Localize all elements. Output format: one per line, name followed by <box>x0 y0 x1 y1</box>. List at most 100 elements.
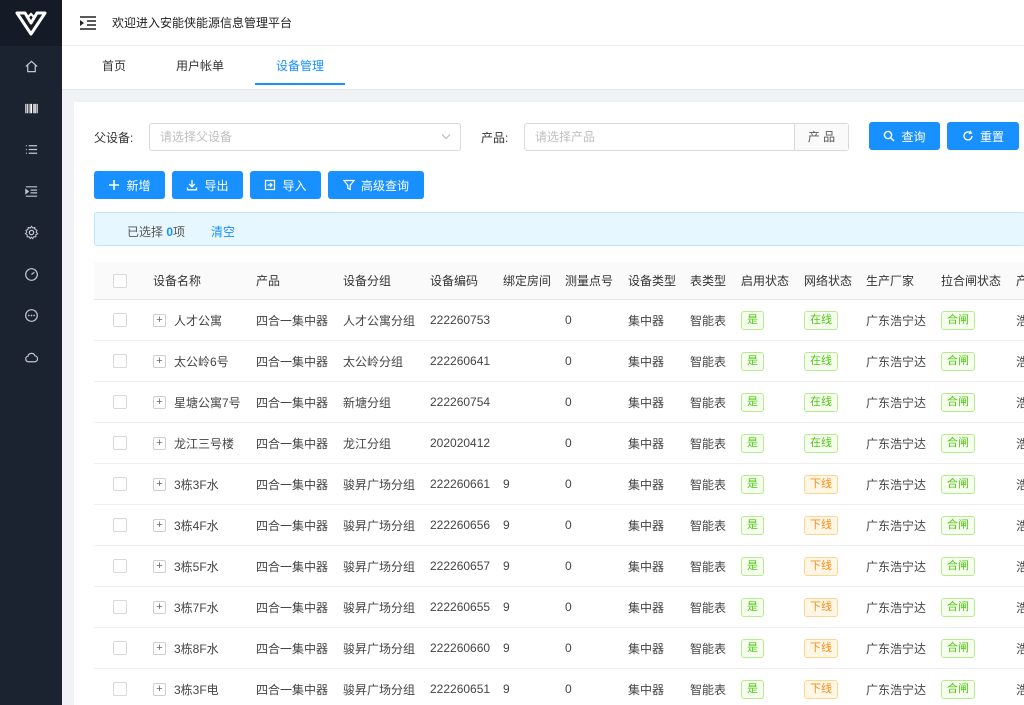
expand-row-icon[interactable]: + <box>153 313 166 327</box>
table-row[interactable]: + 人才公寓 四合一集中器 人才公寓分组 222260753 0 集中器 智能表是 在线 广东浩宁… <box>94 300 1024 341</box>
cell-col-extra: 浩 <box>1016 669 1024 705</box>
row-checkbox[interactable] <box>113 682 127 696</box>
cell-col-network: 在线 <box>804 300 838 340</box>
product-select[interactable]: 请选择产品 产 品 <box>524 123 849 151</box>
home-icon <box>24 60 38 73</box>
parent-device-select[interactable]: 请选择父设备 <box>149 123 461 151</box>
tab-home[interactable]: 首页 <box>86 46 142 85</box>
row-checkbox-cell <box>113 464 127 504</box>
sidebar-item-dashboard[interactable] <box>0 254 62 296</box>
search-button[interactable]: 查询 <box>869 122 940 150</box>
row-checkbox[interactable] <box>113 395 127 409</box>
cell-col-group: 骏昇广场分组 <box>343 546 415 586</box>
col-maker-value: 广东浩宁达 <box>866 641 927 656</box>
cell-col-extra: 浩 <box>1016 341 1024 381</box>
indent-icon <box>24 185 37 197</box>
cell-col-meter-type: 智能表 <box>690 587 726 627</box>
sidebar-item-home[interactable] <box>0 46 62 88</box>
cell-col-enabled: 是 <box>741 628 764 668</box>
sidebar-item-settings[interactable] <box>0 212 62 254</box>
select-all-checkbox[interactable] <box>113 273 127 288</box>
table-row[interactable]: +3栋3F水 四合一集中器 骏昇广场分组 222260661 9 0 集中器 智能表是 下线 广东… <box>94 464 1024 505</box>
cell-col-network: 下线 <box>804 628 838 668</box>
expand-row-icon[interactable]: + <box>153 682 166 696</box>
row-checkbox[interactable] <box>113 600 127 614</box>
reset-button[interactable]: 重置 <box>947 122 1019 150</box>
cell-col-device-type: 集中器 <box>628 300 664 340</box>
cell-col-extra: 浩 <box>1016 382 1024 422</box>
cell-col-meter-type: 智能表 <box>690 382 726 422</box>
expand-row-icon[interactable]: + <box>153 395 166 409</box>
row-checkbox[interactable] <box>113 354 127 368</box>
col-point-value: 0 <box>565 477 572 491</box>
expand-row-icon[interactable]: + <box>153 354 166 368</box>
tab-device-management[interactable]: 设备管理 <box>255 46 345 85</box>
logo-icon[interactable] <box>0 0 62 46</box>
main-content: 父设备: 请选择父设备 产品: 请选择产品 产 品 查询 重置 新增 导出 导入… <box>74 102 1024 705</box>
export-button[interactable]: 导出 <box>172 171 243 199</box>
table-row[interactable]: +3栋3F电 四合一集中器 骏昇广场分组 222260651 9 0 集中器 智能表是 下线 广东… <box>94 669 1024 705</box>
cell-col-maker: 广东浩宁达 <box>866 300 926 340</box>
sidebar-item-list[interactable] <box>0 129 62 171</box>
expand-row-icon[interactable]: + <box>153 477 166 491</box>
cell-col-enabled: 是 <box>741 669 764 705</box>
switch-tag: 合闸 <box>941 433 975 453</box>
tab-user-bills[interactable]: 用户帐单 <box>160 46 240 85</box>
row-checkbox[interactable] <box>113 313 127 327</box>
table-row[interactable]: +3栋4F水 四合一集中器 骏昇广场分组 222260656 9 0 集中器 智能表是 下线 广东… <box>94 505 1024 546</box>
cell-col-point: 0 <box>565 382 572 422</box>
add-button[interactable]: 新增 <box>94 171 165 199</box>
cell-col-point: 0 <box>565 587 572 627</box>
chat-icon <box>24 309 38 323</box>
table-row[interactable]: + 龙江三号楼 四合一集中器 龙江分组 202020412 0 集中器 智能表是 在线 广东浩宁达… <box>94 423 1024 464</box>
device-name: 龙江三号楼 <box>174 436 235 451</box>
row-checkbox[interactable] <box>113 518 127 532</box>
cell-col-group: 新塘分组 <box>343 382 391 422</box>
column-header-col-network: 网络状态 <box>804 262 852 299</box>
table-row[interactable]: +3栋7F水 四合一集中器 骏昇广场分组 222260655 9 0 集中器 智能表是 下线 广东… <box>94 587 1024 628</box>
column-header-label: 绑定房间 <box>503 274 552 288</box>
row-checkbox[interactable] <box>113 477 127 491</box>
row-checkbox[interactable] <box>113 641 127 655</box>
device-name: 人才公寓 <box>174 313 223 328</box>
col-group-value: 龙江分组 <box>343 436 392 451</box>
col-extra-value: 浩 <box>1016 477 1024 492</box>
column-header-col-code: 设备编码 <box>430 262 478 299</box>
cell-col-meter-type: 智能表 <box>690 464 726 504</box>
table-row[interactable]: + 星塘公寓7号 四合一集中器 新塘分组 222260754 0 集中器 智能表是 在线 广东浩宁… <box>94 382 1024 423</box>
expand-row-icon[interactable]: + <box>153 559 166 573</box>
row-checkbox[interactable] <box>113 436 127 450</box>
table-row[interactable]: + 太公岭6号 四合一集中器 太公岭分组 222260641 0 集中器 智能表是 在线 广东浩宁… <box>94 341 1024 382</box>
enabled-tag: 是 <box>741 351 764 371</box>
sidebar-item-devices[interactable] <box>0 88 62 130</box>
table-row[interactable]: +3栋5F水 四合一集中器 骏昇广场分组 222260657 9 0 集中器 智能表是 下线 广东… <box>94 546 1024 587</box>
cell-col-group: 太公岭分组 <box>343 341 403 381</box>
sidebar-item-indent[interactable] <box>0 171 62 213</box>
advanced-search-button[interactable]: 高级查询 <box>328 171 424 199</box>
clear-selection-link[interactable]: 清空 <box>211 223 235 240</box>
expand-row-icon[interactable]: + <box>153 436 166 450</box>
cell-col-switch: 合闸 <box>941 546 975 586</box>
expand-row-icon[interactable]: + <box>153 641 166 655</box>
product-addon-button[interactable]: 产 品 <box>794 124 848 150</box>
sidebar-item-messages[interactable] <box>0 295 62 337</box>
menu-fold-icon[interactable] <box>79 15 97 31</box>
expand-row-icon[interactable]: + <box>153 600 166 614</box>
col-extra-value: 浩 <box>1016 436 1024 451</box>
device-name: 3栋3F水 <box>174 477 219 492</box>
cell-col-device-name: + 星塘公寓7号 <box>153 382 241 422</box>
network-tag: 下线 <box>804 679 838 699</box>
sidebar-item-cloud[interactable] <box>0 337 62 379</box>
network-tag: 下线 <box>804 474 838 494</box>
cell-col-point: 0 <box>565 423 572 463</box>
cell-col-product: 四合一集中器 <box>256 423 328 463</box>
cell-col-maker: 广东浩宁达 <box>866 382 926 422</box>
row-checkbox-cell <box>113 587 127 627</box>
expand-row-icon[interactable]: + <box>153 518 166 532</box>
import-button[interactable]: 导入 <box>250 171 321 199</box>
table-row[interactable]: +3栋8F水 四合一集中器 骏昇广场分组 222260660 9 0 集中器 智能表是 下线 广东… <box>94 628 1024 669</box>
header-checkbox-cell <box>113 262 127 299</box>
row-checkbox[interactable] <box>113 559 127 573</box>
cell-col-group: 骏昇广场分组 <box>343 464 415 504</box>
cell-col-network: 下线 <box>804 587 838 627</box>
